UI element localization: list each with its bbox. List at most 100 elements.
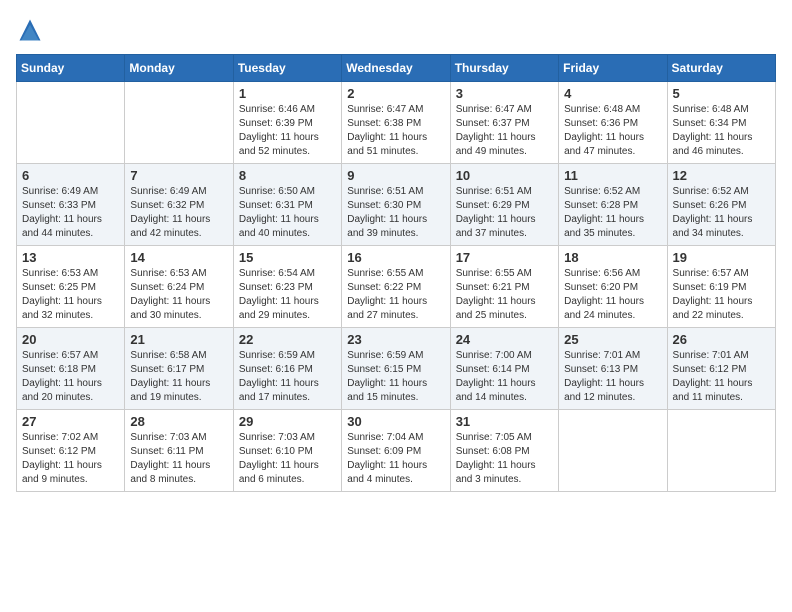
- daylight-text: Daylight: 11 hours and 4 minutes.: [347, 459, 444, 487]
- day-number: 10: [456, 168, 553, 183]
- daylight-text: Daylight: 11 hours and 27 minutes.: [347, 295, 444, 323]
- sunset-text: Sunset: 6:29 PM: [456, 199, 553, 213]
- cell-content: Sunrise: 6:55 AMSunset: 6:21 PMDaylight:…: [456, 267, 553, 323]
- calendar-cell: 23 Sunrise: 6:59 AMSunset: 6:15 PMDayligh…: [342, 328, 450, 410]
- calendar-week-1: 1Sunrise: 6:46 AMSunset: 6:39 PMDaylight…: [17, 82, 776, 164]
- day-header-tuesday: Tuesday: [233, 55, 341, 82]
- sunrise-text: Sunrise: 6:52 AM: [673, 185, 770, 199]
- daylight-text: Daylight: 11 hours and 46 minutes.: [673, 131, 770, 159]
- calendar-week-4: 20Sunrise: 6:57 AMSunset: 6:18 PMDayligh…: [17, 328, 776, 410]
- day-number: 30: [347, 414, 444, 429]
- sunset-text: Sunset: 6:18 PM: [22, 363, 119, 377]
- sunset-text: Sunset: 6:15 PM: [347, 363, 444, 377]
- sunrise-text: Sunrise: 7:02 AM: [22, 431, 119, 445]
- sunset-text: Sunset: 6:14 PM: [456, 363, 553, 377]
- sunrise-text: Sunrise: 6:53 AM: [22, 267, 119, 281]
- logo: [16, 16, 48, 44]
- daylight-text: Daylight: 11 hours and 37 minutes.: [456, 213, 553, 241]
- sunset-text: Sunset: 6:25 PM: [22, 281, 119, 295]
- page-header: [16, 16, 776, 44]
- daylight-text: Daylight: 11 hours and 44 minutes.: [22, 213, 119, 241]
- sunset-text: Sunset: 6:20 PM: [564, 281, 661, 295]
- sunrise-text: Sunrise: 6:47 AM: [456, 103, 553, 117]
- day-number: 22: [239, 332, 336, 347]
- calendar-cell: 21 Sunrise: 6:58 AMSunset: 6:17 PMDayligh…: [125, 328, 233, 410]
- cell-content: Sunrise: 6:56 AMSunset: 6:20 PMDaylight:…: [564, 267, 661, 323]
- calendar-cell: 30 Sunrise: 7:04 AMSunset: 6:09 PMDayligh…: [342, 410, 450, 492]
- sunset-text: Sunset: 6:13 PM: [564, 363, 661, 377]
- sunrise-text: Sunrise: 6:52 AM: [564, 185, 661, 199]
- day-number: 17: [456, 250, 553, 265]
- day-number: 18: [564, 250, 661, 265]
- sunrise-text: Sunrise: 7:01 AM: [673, 349, 770, 363]
- sunrise-text: Sunrise: 6:57 AM: [22, 349, 119, 363]
- daylight-text: Daylight: 11 hours and 34 minutes.: [673, 213, 770, 241]
- calendar-cell: 15Sunrise: 6:54 AMSunset: 6:23 PMDayligh…: [233, 246, 341, 328]
- sunset-text: Sunset: 6:39 PM: [239, 117, 336, 131]
- logo-icon: [16, 16, 44, 44]
- cell-content: Sunrise: 6:51 AMSunset: 6:29 PMDaylight:…: [456, 185, 553, 241]
- sunset-text: Sunset: 6:21 PM: [456, 281, 553, 295]
- day-number: 7: [130, 168, 227, 183]
- calendar-week-5: 27Sunrise: 7:02 AMSunset: 6:12 PMDayligh…: [17, 410, 776, 492]
- daylight-text: Daylight: 11 hours and 20 minutes.: [22, 377, 119, 405]
- cell-content: Sunrise: 6:59 AMSunset: 6:15 PMDaylight:…: [347, 349, 444, 405]
- calendar-cell: 4Sunrise: 6:48 AMSunset: 6:36 PMDaylight…: [559, 82, 667, 164]
- cell-content: Sunrise: 6:47 AMSunset: 6:38 PMDaylight:…: [347, 103, 444, 159]
- sunrise-text: Sunrise: 6:47 AM: [347, 103, 444, 117]
- sunset-text: Sunset: 6:34 PM: [673, 117, 770, 131]
- sunset-text: Sunset: 6:28 PM: [564, 199, 661, 213]
- day-number: 21: [130, 332, 227, 347]
- cell-content: Sunrise: 6:54 AMSunset: 6:23 PMDaylight:…: [239, 267, 336, 323]
- calendar-cell: [125, 82, 233, 164]
- cell-content: Sunrise: 6:58 AMSunset: 6:17 PMDaylight:…: [130, 349, 227, 405]
- sunrise-text: Sunrise: 7:00 AM: [456, 349, 553, 363]
- daylight-text: Daylight: 11 hours and 35 minutes.: [564, 213, 661, 241]
- calendar-cell: 29Sunrise: 7:03 AMSunset: 6:10 PMDayligh…: [233, 410, 341, 492]
- daylight-text: Daylight: 11 hours and 9 minutes.: [22, 459, 119, 487]
- daylight-text: Daylight: 11 hours and 49 minutes.: [456, 131, 553, 159]
- day-number: 23: [347, 332, 444, 347]
- calendar-cell: 22 Sunrise: 6:59 AMSunset: 6:16 PMDayligh…: [233, 328, 341, 410]
- sunset-text: Sunset: 6:17 PM: [130, 363, 227, 377]
- daylight-text: Daylight: 11 hours and 3 minutes.: [456, 459, 553, 487]
- calendar-cell: 10 Sunrise: 6:51 AMSunset: 6:29 PMDayligh…: [450, 164, 558, 246]
- cell-content: Sunrise: 6:47 AMSunset: 6:37 PMDaylight:…: [456, 103, 553, 159]
- daylight-text: Daylight: 11 hours and 8 minutes.: [130, 459, 227, 487]
- day-header-saturday: Saturday: [667, 55, 775, 82]
- sunrise-text: Sunrise: 7:05 AM: [456, 431, 553, 445]
- day-number: 24: [456, 332, 553, 347]
- calendar-cell: 12Sunrise: 6:52 AMSunset: 6:26 PMDayligh…: [667, 164, 775, 246]
- sunrise-text: Sunrise: 6:51 AM: [347, 185, 444, 199]
- sunrise-text: Sunrise: 6:46 AM: [239, 103, 336, 117]
- calendar-cell: 6Sunrise: 6:49 AMSunset: 6:33 PMDaylight…: [17, 164, 125, 246]
- sunrise-text: Sunrise: 6:50 AM: [239, 185, 336, 199]
- calendar-cell: 5Sunrise: 6:48 AMSunset: 6:34 PMDaylight…: [667, 82, 775, 164]
- cell-content: Sunrise: 6:48 AMSunset: 6:36 PMDaylight:…: [564, 103, 661, 159]
- daylight-text: Daylight: 11 hours and 15 minutes.: [347, 377, 444, 405]
- daylight-text: Daylight: 11 hours and 11 minutes.: [673, 377, 770, 405]
- sunset-text: Sunset: 6:24 PM: [130, 281, 227, 295]
- calendar-cell: 28Sunrise: 7:03 AMSunset: 6:11 PMDayligh…: [125, 410, 233, 492]
- cell-content: Sunrise: 6:49 AMSunset: 6:33 PMDaylight:…: [22, 185, 119, 241]
- daylight-text: Daylight: 11 hours and 12 minutes.: [564, 377, 661, 405]
- sunrise-text: Sunrise: 6:49 AM: [22, 185, 119, 199]
- sunrise-text: Sunrise: 6:59 AM: [239, 349, 336, 363]
- sunset-text: Sunset: 6:19 PM: [673, 281, 770, 295]
- calendar-cell: [17, 82, 125, 164]
- cell-content: Sunrise: 7:04 AMSunset: 6:09 PMDaylight:…: [347, 431, 444, 487]
- calendar-cell: 9Sunrise: 6:51 AMSunset: 6:30 PMDaylight…: [342, 164, 450, 246]
- daylight-text: Daylight: 11 hours and 19 minutes.: [130, 377, 227, 405]
- calendar-cell: 31Sunrise: 7:05 AMSunset: 6:08 PMDayligh…: [450, 410, 558, 492]
- sunrise-text: Sunrise: 6:51 AM: [456, 185, 553, 199]
- cell-content: Sunrise: 6:53 AMSunset: 6:24 PMDaylight:…: [130, 267, 227, 323]
- cell-content: Sunrise: 6:59 AMSunset: 6:16 PMDaylight:…: [239, 349, 336, 405]
- day-number: 16: [347, 250, 444, 265]
- calendar-cell: 24Sunrise: 7:00 AMSunset: 6:14 PMDayligh…: [450, 328, 558, 410]
- sunrise-text: Sunrise: 6:55 AM: [456, 267, 553, 281]
- day-number: 26: [673, 332, 770, 347]
- sunrise-text: Sunrise: 7:03 AM: [239, 431, 336, 445]
- day-number: 19: [673, 250, 770, 265]
- calendar-cell: 26Sunrise: 7:01 AMSunset: 6:12 PMDayligh…: [667, 328, 775, 410]
- calendar-week-3: 13Sunrise: 6:53 AMSunset: 6:25 PMDayligh…: [17, 246, 776, 328]
